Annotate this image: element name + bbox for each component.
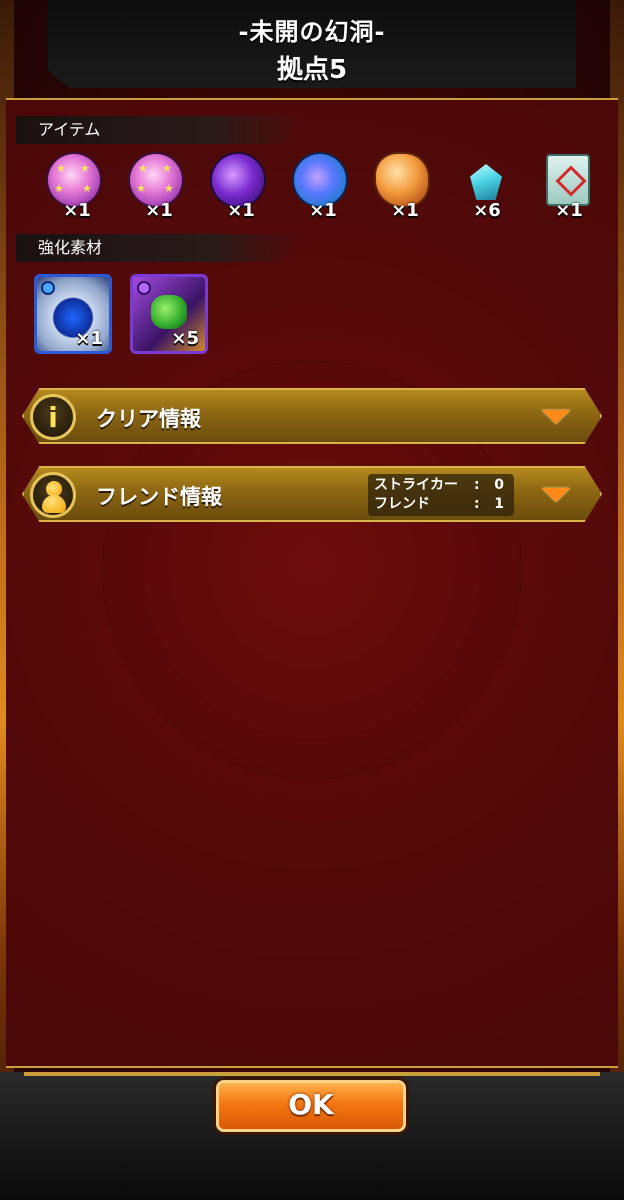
star-orb-icon: ★ ★ ★ ★ <box>130 154 182 206</box>
material-green[interactable]: ×5 <box>130 274 208 354</box>
person-icon <box>30 472 76 518</box>
clear-info-bar[interactable]: i クリア情報 <box>22 388 602 444</box>
element-badge-icon <box>41 281 55 295</box>
purple-orb-icon <box>212 154 264 206</box>
star-orb-icon: ★ ★ ★ ★ <box>48 154 100 206</box>
page-subtitle: 拠点5 <box>276 55 348 85</box>
page-title: -未開の幻洞- <box>238 18 386 46</box>
item-count: ×1 <box>145 200 173 221</box>
materials-section-label: 強化素材 <box>16 234 300 262</box>
striker-value: 0 <box>494 477 504 493</box>
ok-button[interactable]: OK <box>216 1080 406 1132</box>
item-count: ×1 <box>391 200 419 221</box>
item-purple-orb[interactable]: ×1 <box>200 152 282 224</box>
info-icon: i <box>30 394 76 440</box>
friend-stats: ストライカー : 0 フレンド : 1 <box>368 474 514 516</box>
item-orange-stone[interactable]: ×1 <box>364 152 446 224</box>
green-material-icon <box>151 295 187 329</box>
items-section-label: アイテム <box>16 116 300 144</box>
item-count: ×1 <box>63 200 91 221</box>
striker-label: ストライカー <box>374 477 458 493</box>
friend-value: 1 <box>494 496 504 512</box>
blue-orb-icon <box>294 154 346 206</box>
chevron-down-icon <box>542 410 570 424</box>
item-blue-orb[interactable]: ×1 <box>282 152 364 224</box>
separator: : <box>474 477 480 493</box>
materials-list: ×1 ×5 <box>34 274 208 354</box>
material-count: ×1 <box>75 328 103 349</box>
scroll-icon <box>546 154 590 206</box>
chevron-down-icon <box>542 488 570 502</box>
item-count: ×1 <box>309 200 337 221</box>
items-list: ★ ★ ★ ★ ×1 ★ ★ ★ ★ ×1 ×1 ×1 ×1 ×6 ×1 <box>36 152 610 224</box>
friend-label: フレンド <box>374 496 430 512</box>
friend-info-bar[interactable]: フレンド情報 ストライカー : 0 フレンド : 1 <box>22 466 602 522</box>
item-scroll[interactable]: ×1 <box>528 152 610 224</box>
orange-stone-icon <box>376 154 428 206</box>
item-cyan-gem[interactable]: ×6 <box>446 152 528 224</box>
material-blue[interactable]: ×1 <box>34 274 112 354</box>
cyan-gem-icon <box>470 164 502 200</box>
clear-info-label: クリア情報 <box>96 407 201 431</box>
header: -未開の幻洞- 拠点5 <box>48 0 576 88</box>
friend-info-label: フレンド情報 <box>96 485 222 509</box>
item-count: ×6 <box>473 200 501 221</box>
item-star-orb-2[interactable]: ★ ★ ★ ★ ×1 <box>118 152 200 224</box>
item-count: ×1 <box>227 200 255 221</box>
element-badge-icon <box>137 281 151 295</box>
item-star-orb-1[interactable]: ★ ★ ★ ★ ×1 <box>36 152 118 224</box>
separator: : <box>474 496 480 512</box>
item-count: ×1 <box>555 200 583 221</box>
material-count: ×5 <box>171 328 199 349</box>
